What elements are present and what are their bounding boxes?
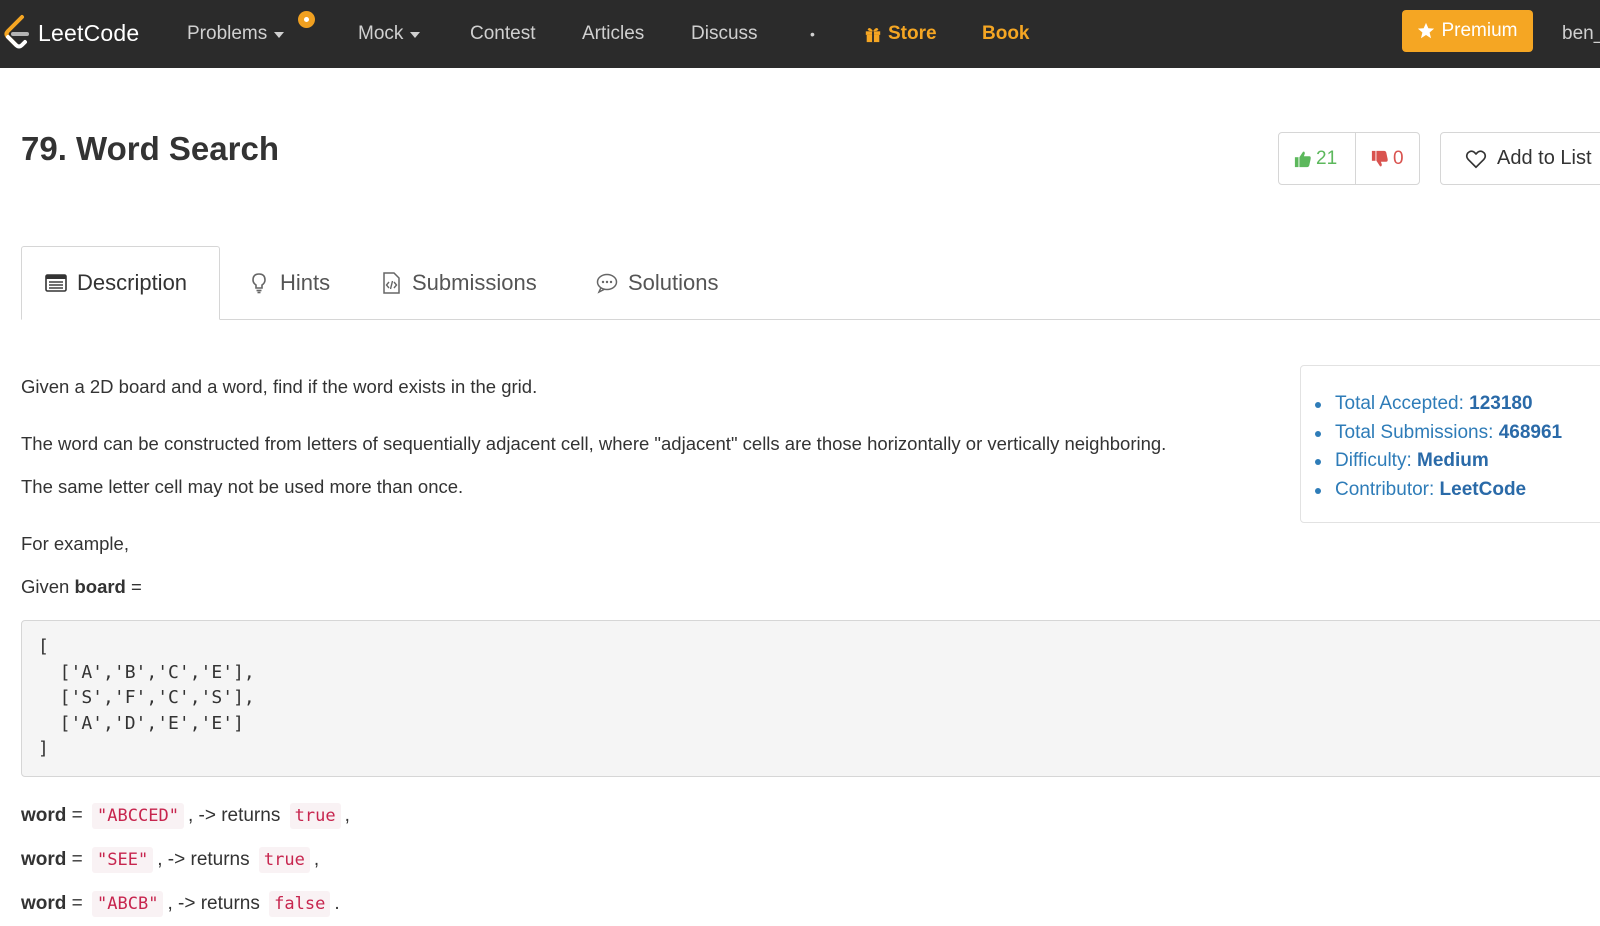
stat-value: 123180 bbox=[1469, 393, 1533, 414]
example-word-label: word bbox=[21, 805, 67, 826]
example-word-value: "ABCB" bbox=[92, 891, 164, 917]
nav-problems-label: Problems bbox=[187, 23, 268, 44]
nav-store[interactable]: Store bbox=[864, 0, 937, 68]
user-menu[interactable]: ben_ bbox=[1562, 0, 1600, 68]
upvote-count: 21 bbox=[1316, 147, 1338, 169]
notification-dot-icon bbox=[298, 11, 315, 28]
example-eq: = bbox=[66, 805, 89, 826]
tab-hints-label: Hints bbox=[280, 270, 331, 295]
tab-submissions[interactable]: Submissions bbox=[380, 246, 537, 320]
nav-contest[interactable]: Contest bbox=[470, 0, 535, 68]
example-result: true bbox=[258, 847, 310, 873]
thumbs-down-icon bbox=[1371, 150, 1388, 166]
tab-description-label: Description bbox=[77, 270, 188, 295]
tab-solutions[interactable]: Solutions bbox=[596, 246, 719, 320]
nav-mock-label: Mock bbox=[358, 23, 404, 44]
stat-label: Difficulty: bbox=[1335, 450, 1418, 471]
example-line: word = "SEE", -> returns true, bbox=[21, 847, 319, 873]
example-eq: = bbox=[66, 893, 89, 914]
example-word-label: word bbox=[21, 849, 67, 870]
vote-group: 21 0 bbox=[1278, 132, 1420, 185]
thumbs-up-icon bbox=[1294, 151, 1311, 167]
stat-difficulty: Difficulty: Medium bbox=[1314, 447, 1562, 476]
gift-icon bbox=[865, 28, 881, 43]
stat-label: Contributor: bbox=[1335, 478, 1440, 500]
example-word-value: "SEE" bbox=[92, 847, 154, 873]
board-keyword: board bbox=[74, 576, 126, 597]
nav-discuss[interactable]: Discuss bbox=[691, 0, 758, 68]
example-mid: , -> returns bbox=[167, 893, 266, 914]
comment-icon bbox=[596, 273, 618, 294]
chevron-down-icon bbox=[274, 32, 285, 38]
stat-label: Total Submissions: bbox=[1335, 421, 1499, 443]
example-mid: , -> returns bbox=[157, 849, 255, 870]
nav-book[interactable]: Book bbox=[982, 0, 1030, 68]
leetcode-logo-icon bbox=[4, 15, 29, 49]
tab-solutions-label: Solutions bbox=[628, 270, 719, 295]
add-to-list-label: Add to List bbox=[1497, 147, 1592, 169]
description-paragraph: Given a 2D board and a word, find if the… bbox=[21, 376, 538, 397]
board-intro: Given board = bbox=[21, 576, 142, 598]
lightbulb-icon bbox=[252, 273, 266, 294]
problem-stats-panel: Total Accepted: 123180 Total Submissions… bbox=[1300, 365, 1600, 523]
problem-title: 79. Word Search bbox=[21, 130, 279, 167]
board-intro-suffix: = bbox=[125, 576, 142, 597]
tab-submissions-label: Submissions bbox=[412, 270, 537, 295]
example-result: true bbox=[289, 803, 341, 829]
star-icon bbox=[1418, 22, 1435, 39]
upvote-button[interactable]: 21 bbox=[1279, 133, 1356, 184]
example-intro: For example, bbox=[21, 533, 129, 554]
example-result: false bbox=[269, 891, 331, 917]
stat-value: 468961 bbox=[1498, 421, 1563, 443]
description-paragraph: The word can be constructed from letters… bbox=[21, 433, 1167, 454]
downvote-button[interactable]: 0 bbox=[1356, 133, 1419, 184]
board-code-block: [ ['A','B','C','E'], ['S','F','C','S'], … bbox=[21, 620, 1600, 777]
description-paragraph: The same letter cell may not be used mor… bbox=[21, 476, 464, 497]
chevron-down-icon bbox=[410, 32, 421, 38]
stat-total-accepted: Total Accepted: 123180 bbox=[1314, 390, 1562, 419]
board-intro-prefix: Given bbox=[21, 576, 75, 597]
example-eq: = bbox=[66, 849, 89, 870]
example-word-label: word bbox=[21, 893, 67, 914]
brand-name: LeetCode bbox=[38, 19, 140, 46]
nav-mock[interactable]: Mock bbox=[358, 0, 421, 68]
stat-label: Total Accepted: bbox=[1335, 393, 1470, 414]
nav-store-label: Store bbox=[888, 23, 937, 44]
stat-value: Medium bbox=[1417, 450, 1489, 471]
list-icon bbox=[45, 274, 67, 292]
premium-label: Premium bbox=[1441, 20, 1518, 41]
contributor-link[interactable]: LeetCode bbox=[1440, 479, 1527, 500]
example-end: , bbox=[313, 849, 320, 870]
example-end: , bbox=[344, 805, 350, 826]
heart-icon bbox=[1465, 149, 1487, 168]
brand-logo[interactable]: LeetCode bbox=[0, 10, 139, 56]
nav-problems[interactable]: Problems bbox=[187, 0, 285, 68]
downvote-count: 0 bbox=[1393, 147, 1404, 169]
example-mid: , -> returns bbox=[187, 805, 286, 826]
tab-hints[interactable]: Hints bbox=[248, 246, 330, 320]
example-line: word = "ABCB", -> returns false. bbox=[21, 891, 340, 917]
example-line: word = "ABCCED", -> returns true, bbox=[21, 803, 350, 829]
add-to-list-button[interactable]: Add to List bbox=[1440, 132, 1600, 185]
stat-contributor: Contributor: LeetCode bbox=[1314, 476, 1562, 505]
top-navbar: LeetCode Problems Mock Contest Articles … bbox=[0, 0, 1600, 68]
premium-button[interactable]: Premium bbox=[1402, 10, 1533, 52]
example-word-value: "ABCCED" bbox=[92, 803, 184, 829]
example-end: . bbox=[334, 893, 340, 914]
tab-description[interactable]: Description bbox=[21, 246, 220, 320]
stat-total-submissions: Total Submissions: 468961 bbox=[1314, 419, 1563, 448]
nav-separator: • bbox=[810, 26, 815, 42]
nav-articles[interactable]: Articles bbox=[582, 0, 644, 68]
code-file-icon bbox=[383, 272, 400, 294]
